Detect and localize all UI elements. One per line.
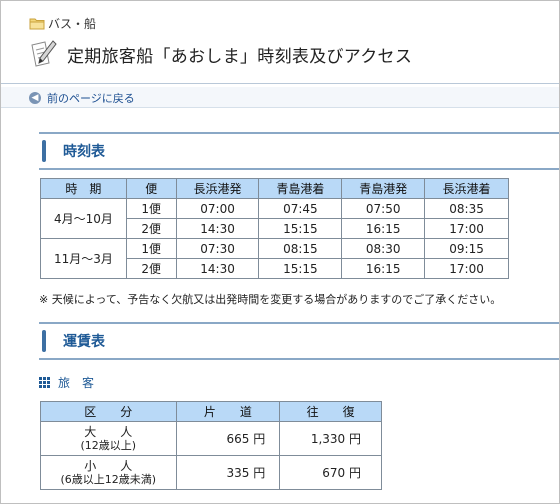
- timetable-header-row: 時 期 便 長浜港発 青島港着 青島港発 長浜港着: [40, 178, 509, 199]
- fare-table: 区 分 片 道 往 復 大 人 (12歳以上) 665 円 1,330 円 小 …: [40, 401, 382, 490]
- table-cell: 07:30: [175, 238, 260, 259]
- page-frame: バス・船 定期旅客船「あおしま」時刻表及びアクセス ◀ 前のページに戻る 時刻表: [0, 0, 560, 504]
- table-cell: 15:15: [258, 258, 343, 279]
- fare-category-age: (12歳以上): [80, 439, 137, 452]
- table-row: 大 人 (12歳以上) 665 円 1,330 円: [40, 421, 382, 456]
- table-cell: 09:15: [424, 238, 509, 259]
- fare-category: 大 人: [84, 425, 133, 439]
- table-row: 11月～3月 1便 07:30 08:15 08:30 09:15: [40, 238, 509, 279]
- page-title: 定期旅客船「あおしま」時刻表及びアクセス: [67, 46, 413, 67]
- timetable-section-title: 時刻表: [63, 144, 105, 160]
- timetable-header: 時 期: [40, 178, 127, 199]
- fare-category-age: (6歳以上12歳未満): [60, 473, 157, 486]
- back-bar: ◀ 前のページに戻る: [1, 87, 559, 108]
- grid-dots-icon: [39, 377, 50, 388]
- back-arrow-icon: ◀: [29, 92, 41, 104]
- fare-header: 区 分: [40, 401, 177, 422]
- table-row: 小 人 (6歳以上12歳未満) 335 円 670 円: [40, 455, 382, 490]
- table-cell: 07:45: [258, 198, 343, 219]
- notice-text: ※ 天候によって、予告なく欠航又は出発時間を変更する場合がありますのでご了承くだ…: [39, 293, 502, 306]
- folder-icon: [29, 17, 45, 30]
- document-pen-icon: [29, 39, 57, 69]
- timetable: 時 期 便 長浜港発 青島港着 青島港発 長浜港着 4月～10月 1便 07:0…: [40, 178, 509, 279]
- title-row: 定期旅客船「あおしま」時刻表及びアクセス: [29, 39, 412, 69]
- section-marker: [42, 140, 46, 162]
- table-cell: 15:15: [258, 218, 343, 239]
- table-cell: 14:30: [175, 218, 260, 239]
- breadcrumb: バス・船: [29, 15, 96, 32]
- fare-header: 片 道: [175, 401, 281, 422]
- round-trip-fare: 1,330 円: [279, 421, 382, 456]
- one-way-fare: 665 円: [175, 421, 281, 456]
- table-cell: 14:30: [175, 258, 260, 279]
- table-cell: 07:00: [175, 198, 260, 219]
- table-cell: 1便: [125, 238, 177, 259]
- table-cell: 07:50: [341, 198, 426, 219]
- table-cell: 17:00: [424, 218, 509, 239]
- fare-category-cell: 大 人 (12歳以上): [40, 421, 177, 456]
- back-link[interactable]: ◀ 前のページに戻る: [29, 90, 135, 106]
- timetable-header: 青島港着: [258, 178, 343, 199]
- timetable-header: 便: [125, 178, 177, 199]
- table-cell: 08:30: [341, 238, 426, 259]
- table-cell: 08:15: [258, 238, 343, 259]
- table-cell: 16:15: [341, 258, 426, 279]
- table-cell: 17:00: [424, 258, 509, 279]
- timetable-header: 青島港発: [341, 178, 426, 199]
- fare-category: 小 人: [84, 459, 133, 473]
- fare-section-title: 運賃表: [63, 334, 105, 350]
- timetable-section-header: 時刻表: [39, 132, 559, 170]
- table-cell: 1便: [125, 198, 177, 219]
- back-link-label[interactable]: 前のページに戻る: [47, 90, 135, 106]
- round-trip-fare: 670 円: [279, 455, 382, 490]
- fare-section-header: 運賃表: [39, 322, 559, 360]
- period-cell: 4月～10月: [40, 198, 127, 239]
- header-divider: [1, 83, 559, 84]
- section-marker: [42, 330, 46, 352]
- table-row: 4月～10月 1便 07:00 07:45 07:50 08:35: [40, 198, 509, 239]
- fare-header-row: 区 分 片 道 往 復: [40, 401, 382, 422]
- fare-category-cell: 小 人 (6歳以上12歳未満): [40, 455, 177, 490]
- breadcrumb-label[interactable]: バス・船: [48, 15, 96, 32]
- timetable-header: 長浜港着: [424, 178, 509, 199]
- table-cell: 2便: [125, 218, 177, 239]
- one-way-fare: 335 円: [175, 455, 281, 490]
- fare-header: 往 復: [279, 401, 382, 422]
- table-cell: 2便: [125, 258, 177, 279]
- timetable-header: 長浜港発: [175, 178, 260, 199]
- table-cell: 16:15: [341, 218, 426, 239]
- period-cell: 11月～3月: [40, 238, 127, 279]
- passenger-heading: 旅 客: [39, 374, 94, 391]
- passenger-heading-label: 旅 客: [58, 376, 95, 390]
- table-cell: 08:35: [424, 198, 509, 219]
